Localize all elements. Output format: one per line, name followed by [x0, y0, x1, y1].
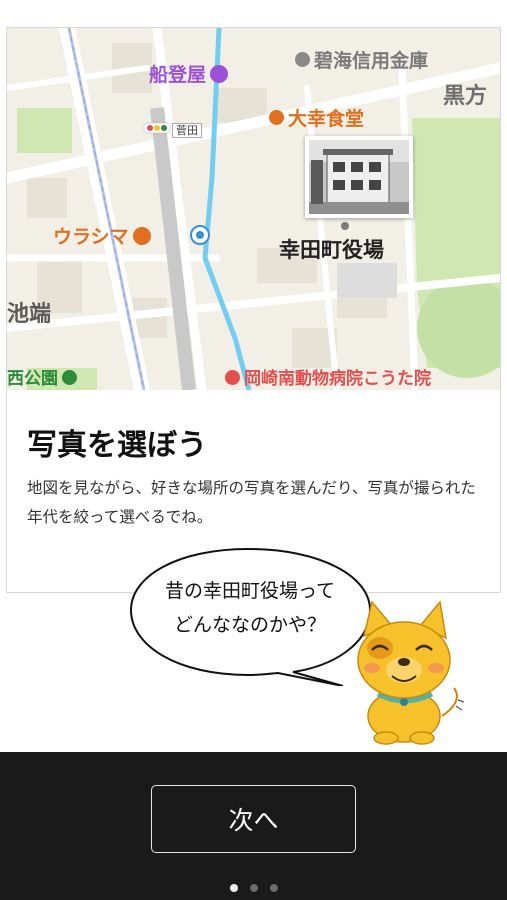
- card-title: 写真を選ぼう: [27, 428, 207, 463]
- map-label-text: 岡崎南動物病院こうた院: [244, 369, 431, 389]
- map-label-text: 西公園: [7, 369, 58, 389]
- map-label-urashima[interactable]: ウラシマ: [53, 226, 151, 248]
- restaurant-icon: [269, 110, 284, 125]
- map-tiles: [7, 28, 500, 390]
- mascot-dog-icon: [357, 600, 465, 745]
- photo-pin[interactable]: [305, 136, 413, 218]
- map-view[interactable]: 船登屋 碧海信用金庫 黒方 大幸食堂 菅田 ウラシマ 池端 西公園 岡崎南動物病…: [7, 28, 500, 390]
- speech-line-1: 昔の幸田町役場って: [164, 580, 336, 602]
- park-icon: [62, 369, 77, 385]
- map-label-ikebata: 池端: [7, 302, 52, 327]
- map-label-funatoya[interactable]: 船登屋: [149, 64, 229, 86]
- footer-bar: 次へ: [0, 752, 507, 900]
- bank-icon: [295, 52, 310, 67]
- photo-select-card: 船登屋 碧海信用金庫 黒方 大幸食堂 菅田 ウラシマ 池端 西公園 岡崎南動物病…: [6, 27, 501, 593]
- map-label-kurokata: 黒方: [443, 84, 488, 109]
- photo-pin-marker: [341, 222, 349, 230]
- map-label-hekikai[interactable]: 碧海信用金庫: [295, 52, 428, 71]
- page-dot-2[interactable]: [249, 884, 258, 892]
- next-button[interactable]: 次へ: [151, 785, 356, 853]
- page-dot-1[interactable]: [229, 884, 238, 892]
- map-label-hospital[interactable]: 岡崎南動物病院こうた院: [225, 369, 431, 389]
- map-label-kanda: 菅田: [172, 123, 202, 138]
- map-label-text: ウラシマ: [53, 226, 129, 248]
- page-dot-3[interactable]: [269, 884, 278, 892]
- map-label-nishikoen[interactable]: 西公園: [7, 369, 77, 389]
- speech-bubble-text: 昔の幸田町役場って どんななのかや？: [140, 574, 360, 642]
- page-indicator: [0, 884, 507, 896]
- map-label-text: 船登屋: [149, 64, 207, 86]
- map-label-townhall: 幸田町役場: [279, 238, 384, 262]
- map-label-text: 碧海信用金庫: [314, 50, 429, 72]
- speech-line-2: どんななのかや？: [173, 614, 326, 636]
- card-description: 地図を見ながら、好きな場所の写真を選んだり、写真が撮られた年代を絞って選べるでね…: [27, 479, 476, 526]
- map-label-text: 大幸食堂: [288, 108, 365, 130]
- photo-pin-icon: [309, 140, 409, 214]
- shop-icon: [132, 226, 151, 245]
- hotel-icon: [210, 64, 229, 83]
- map-label-daikou[interactable]: 大幸食堂: [269, 110, 364, 129]
- hospital-icon: [225, 369, 240, 385]
